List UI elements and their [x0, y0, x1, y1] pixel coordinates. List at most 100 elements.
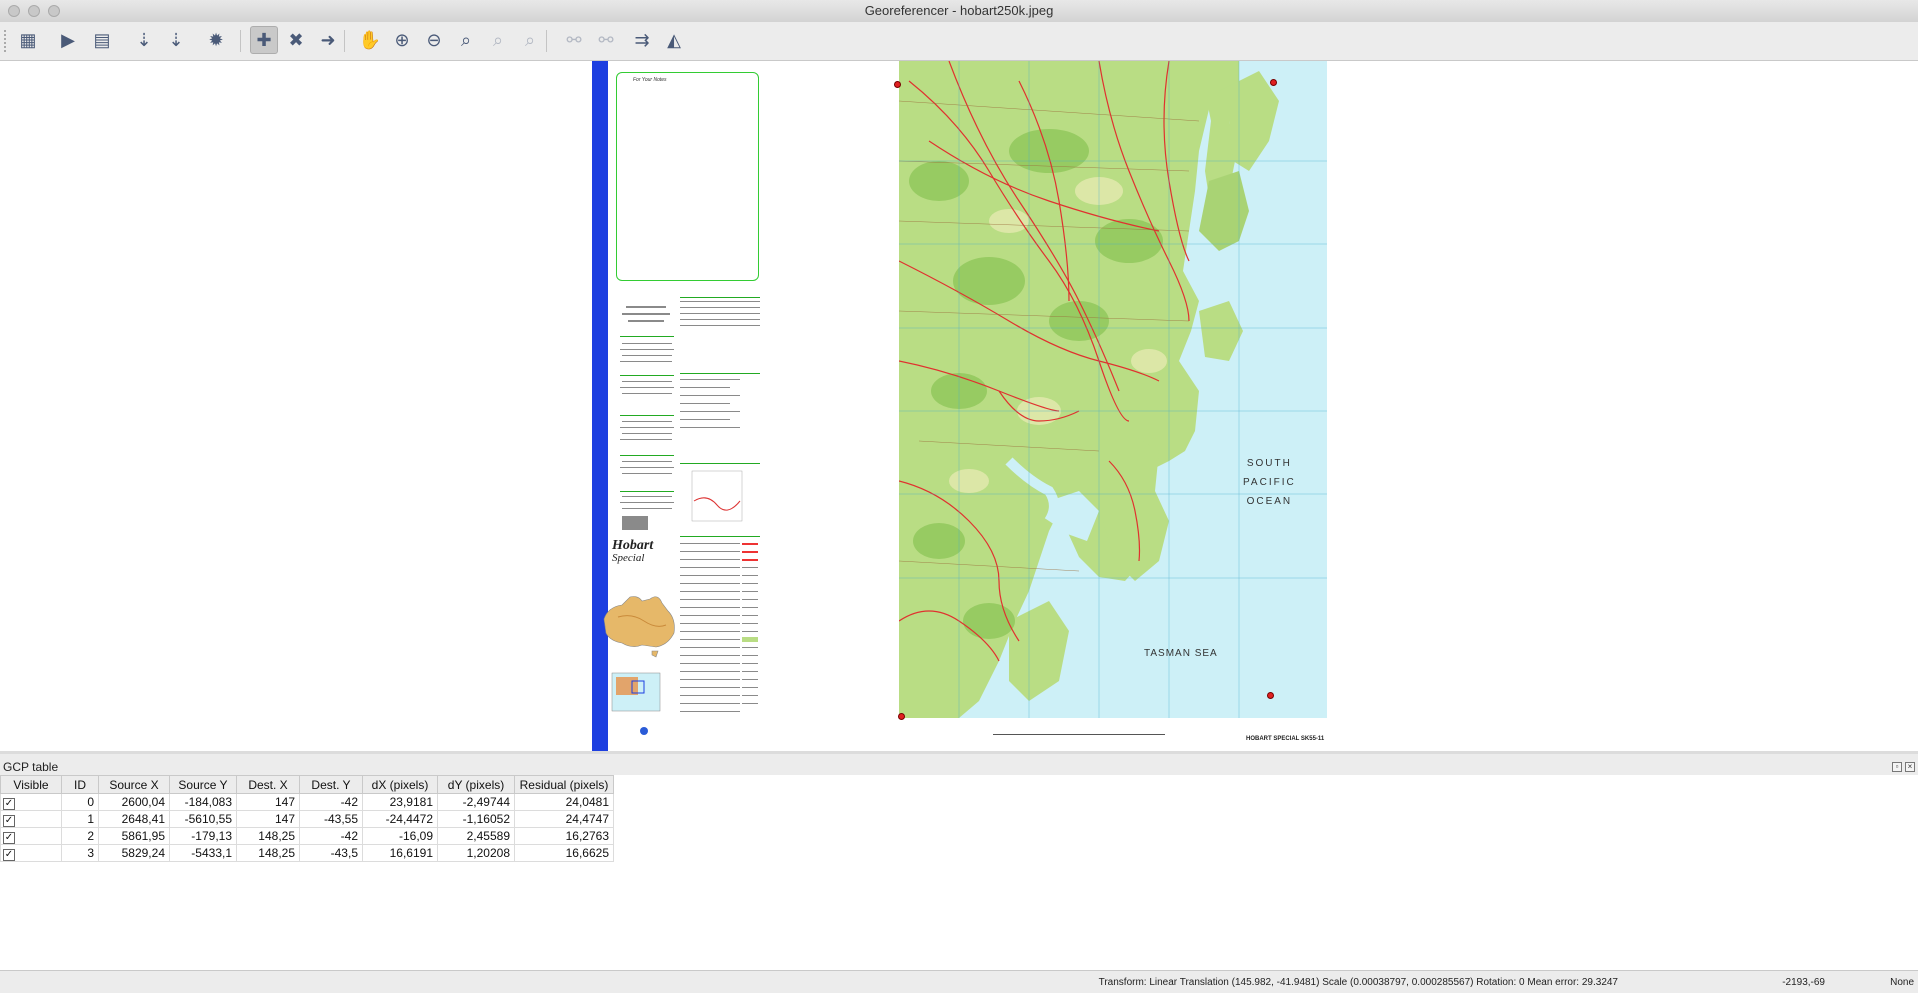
cell-residual[interactable]: 24,0481 — [514, 793, 614, 811]
visible-checkbox-cell[interactable]: ✓ — [0, 827, 62, 845]
zoom-last-icon[interactable]: ⌕ — [484, 26, 512, 54]
panel-splitter[interactable] — [0, 751, 1918, 754]
cell-dest-x[interactable]: 147 — [236, 810, 300, 828]
cell-dy[interactable]: -2,49744 — [437, 793, 515, 811]
cell-dx[interactable]: -24,4472 — [362, 810, 438, 828]
visible-checkbox[interactable]: ✓ — [3, 797, 15, 810]
cell-dest-x[interactable]: 148,25 — [236, 827, 300, 845]
cell-id[interactable]: 2 — [61, 827, 99, 845]
zoom-out-icon[interactable]: ⊖ — [420, 26, 448, 54]
map-scale-bar — [993, 734, 1165, 738]
australia-locator-map — [603, 596, 675, 658]
zoom-next-icon[interactable]: ⌕ — [516, 26, 544, 54]
map-sheet-subtitle: Special — [612, 552, 645, 564]
load-gcp-points-icon[interactable]: ⇣ — [130, 26, 158, 54]
gcp-marker-2[interactable] — [1270, 79, 1277, 86]
add-point-icon[interactable]: ✚ — [250, 26, 278, 54]
cell-dest-x[interactable]: 148,25 — [236, 844, 300, 862]
cell-dest-y[interactable]: -43,55 — [299, 810, 363, 828]
cell-source-x[interactable]: 5829,24 — [98, 844, 170, 862]
column-header[interactable]: Dest. X — [236, 775, 300, 794]
link-qgis-to-georeferencer-icon[interactable]: ⚯ — [592, 26, 620, 54]
visible-checkbox[interactable]: ✓ — [3, 831, 15, 844]
column-header[interactable]: Visible — [0, 775, 62, 794]
delete-point-icon[interactable]: ✖ — [282, 26, 310, 54]
zoom-in-icon[interactable]: ⊕ — [388, 26, 416, 54]
map-canvas[interactable]: For Your Notes Hobart Special SOUTH PACI… — [0, 61, 1918, 751]
cell-dest-y[interactable]: -42 — [299, 793, 363, 811]
cell-residual[interactable]: 24,4747 — [514, 810, 614, 828]
save-gcp-points-icon[interactable]: ⇣ — [162, 26, 190, 54]
cell-source-y[interactable]: -179,13 — [169, 827, 237, 845]
visible-checkbox[interactable]: ✓ — [3, 814, 15, 827]
start-georeferencing-icon[interactable]: ▶ — [54, 26, 82, 54]
pan-icon[interactable]: ✋ — [356, 26, 384, 54]
gcp-marker-3[interactable] — [1267, 692, 1274, 699]
float-panel-icon[interactable]: ▫ — [1892, 762, 1902, 772]
map-sheet-title: Hobart — [612, 538, 654, 553]
cell-id[interactable]: 3 — [61, 844, 99, 862]
toolbar-separator — [240, 30, 241, 52]
column-header[interactable]: Source X — [98, 775, 170, 794]
cell-source-y[interactable]: -5610,55 — [169, 810, 237, 828]
cell-id[interactable]: 0 — [61, 793, 99, 811]
cell-id[interactable]: 1 — [61, 810, 99, 828]
transform-status: Transform: Linear Translation (145.982, … — [1098, 977, 1618, 988]
cell-residual[interactable]: 16,6625 — [514, 844, 614, 862]
move-gcp-point-icon[interactable]: ➜ — [314, 26, 342, 54]
close-panel-icon[interactable]: × — [1905, 762, 1915, 772]
cell-source-x[interactable]: 5861,95 — [98, 827, 170, 845]
crs-status[interactable]: None — [1890, 977, 1914, 988]
cell-dest-y[interactable]: -42 — [299, 827, 363, 845]
cell-source-y[interactable]: -5433,1 — [169, 844, 237, 862]
cell-residual[interactable]: 16,2763 — [514, 827, 614, 845]
gcp-marker-0[interactable] — [894, 81, 901, 88]
table-row[interactable]: ✓ 0 2600,04 -184,083 147 -42 23,9181 -2,49744 24… — [0, 793, 614, 811]
visible-checkbox-cell[interactable]: ✓ — [0, 793, 62, 811]
cell-dy[interactable]: 1,20208 — [437, 844, 515, 862]
map-legend-sheet: For Your Notes Hobart Special — [592, 61, 770, 751]
open-raster-icon[interactable]: ▦ — [14, 26, 42, 54]
local-histogram-stretch-icon[interactable]: ◭ — [660, 26, 688, 54]
map-sheet-caption: HOBART SPECIAL SK55-11 — [1246, 736, 1325, 742]
cell-source-x[interactable]: 2648,41 — [98, 810, 170, 828]
toolbar: ▦ ▶ ▤ ⇣ ⇣ ✹ ✚ ✖ ➜ ✋ ⊕ ⊖ ⌕ ⌕ ⌕ ⚯ ⚯ ⇉ ◭ — [0, 22, 1918, 61]
cell-dy[interactable]: -1,16052 — [437, 810, 515, 828]
title-bar: Georeferencer - hobart250k.jpeg — [0, 0, 1918, 23]
toolbar-separator — [344, 30, 345, 52]
cell-dy[interactable]: 2,45589 — [437, 827, 515, 845]
table-row[interactable]: ✓ 1 2648,41 -5610,55 147 -43,55 -24,4472 -1,160… — [0, 810, 614, 828]
cell-dest-x[interactable]: 147 — [236, 793, 300, 811]
visible-checkbox[interactable]: ✓ — [3, 848, 15, 861]
transformation-settings-icon[interactable]: ✹ — [202, 26, 230, 54]
cell-dx[interactable]: 23,9181 — [362, 793, 438, 811]
full-histogram-stretch-icon[interactable]: ⇉ — [628, 26, 656, 54]
topographic-map-sheet: SOUTH PACIFIC OCEAN TASMAN SEA HOBART SP… — [886, 61, 1328, 751]
table-row[interactable]: ✓ 3 5829,24 -5433,1 148,25 -43,5 16,6191 1,2020… — [0, 844, 614, 862]
visible-checkbox-cell[interactable]: ✓ — [0, 844, 62, 862]
column-header[interactable]: Residual (pixels) — [514, 775, 614, 794]
visible-checkbox-cell[interactable]: ✓ — [0, 810, 62, 828]
cell-dx[interactable]: -16,09 — [362, 827, 438, 845]
table-row[interactable]: ✓ 2 5861,95 -179,13 148,25 -42 -16,09 2,45589 16… — [0, 827, 614, 845]
column-header[interactable]: dX (pixels) — [362, 775, 438, 794]
south-pacific-ocean-label: SOUTH PACIFIC OCEAN — [1243, 454, 1296, 511]
gcp-panel-title: GCP table — [3, 760, 59, 774]
cell-source-x[interactable]: 2600,04 — [98, 793, 170, 811]
column-header[interactable]: dY (pixels) — [437, 775, 515, 794]
toolbar-separator — [546, 30, 547, 52]
cell-dest-y[interactable]: -43,5 — [299, 844, 363, 862]
gcp-table-area: Visible ID Source X Source Y Dest. X Dest. Yd… — [0, 775, 1918, 970]
column-header[interactable]: ID — [61, 775, 99, 794]
cell-dx[interactable]: 16,6191 — [362, 844, 438, 862]
status-bar: Transform: Linear Translation (145.982, … — [0, 970, 1918, 993]
gcp-marker-1[interactable] — [898, 713, 905, 720]
link-georeferencer-to-qgis-icon[interactable]: ⚯ — [560, 26, 588, 54]
toolbar-grip[interactable] — [4, 30, 10, 52]
window-title: Georeferencer - hobart250k.jpeg — [864, 3, 1054, 18]
column-header[interactable]: Dest. Y — [299, 775, 363, 794]
zoom-to-layer-icon[interactable]: ⌕ — [452, 26, 480, 54]
cell-source-y[interactable]: -184,083 — [169, 793, 237, 811]
generate-gdal-script-icon[interactable]: ▤ — [88, 26, 116, 54]
column-header[interactable]: Source Y — [169, 775, 237, 794]
